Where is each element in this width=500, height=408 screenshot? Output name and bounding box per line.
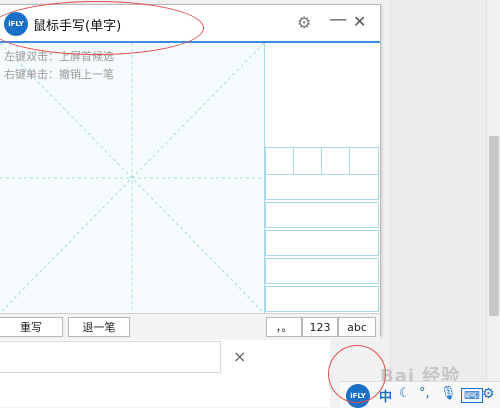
candidate-row[interactable] bbox=[265, 258, 379, 284]
keyboard-icon[interactable]: ⌨ bbox=[461, 388, 483, 403]
punctuation-icon[interactable]: °, bbox=[419, 386, 430, 401]
rewrite-button[interactable]: 重写 bbox=[0, 317, 63, 337]
background-side-panel bbox=[390, 0, 487, 407]
candidate-row[interactable] bbox=[265, 202, 379, 228]
punctuation-button[interactable]: ，。 bbox=[266, 317, 302, 337]
moon-icon[interactable]: ☾ bbox=[399, 386, 411, 401]
digits-button[interactable]: 123 bbox=[302, 317, 338, 337]
candidate-cell[interactable] bbox=[321, 147, 350, 175]
background-close-icon[interactable]: × bbox=[233, 347, 246, 366]
handwriting-window: iFLY 鼠标手写(单字) ⚙ — ✕ 左键双击：上屏首候选 右键单击：撤销上一… bbox=[0, 1, 381, 340]
microphone-icon[interactable]: 🎙 bbox=[440, 386, 457, 401]
undo-stroke-button[interactable]: 退一笔 bbox=[68, 317, 130, 337]
candidate-row[interactable] bbox=[265, 286, 379, 312]
title-annotation-ellipse bbox=[0, 1, 204, 55]
letters-button[interactable]: abc bbox=[338, 317, 376, 337]
gear-icon[interactable]: ⚙ bbox=[482, 386, 495, 402]
close-icon[interactable]: ✕ bbox=[353, 12, 366, 31]
minimize-icon[interactable]: — bbox=[329, 9, 347, 30]
gear-icon[interactable]: ⚙ bbox=[297, 13, 311, 32]
candidate-cell[interactable] bbox=[349, 147, 379, 175]
candidate-row[interactable] bbox=[265, 174, 379, 200]
background-text-input[interactable] bbox=[0, 341, 221, 373]
writing-grid bbox=[0, 43, 264, 313]
candidate-panel bbox=[265, 43, 380, 313]
candidate-cell[interactable] bbox=[293, 147, 322, 175]
candidate-cell[interactable] bbox=[265, 147, 294, 175]
tray-annotation-ellipse bbox=[328, 345, 386, 403]
candidate-row[interactable] bbox=[265, 230, 379, 256]
hint-right-click: 右键单击：撤销上一笔 bbox=[4, 68, 114, 81]
handwriting-canvas[interactable]: 左键双击：上屏首候选 右键单击：撤销上一笔 bbox=[0, 43, 265, 313]
scrollbar-thumb[interactable] bbox=[489, 136, 499, 316]
handwriting-toolbar: 重写 退一笔 ，。 123 abc bbox=[0, 313, 380, 340]
